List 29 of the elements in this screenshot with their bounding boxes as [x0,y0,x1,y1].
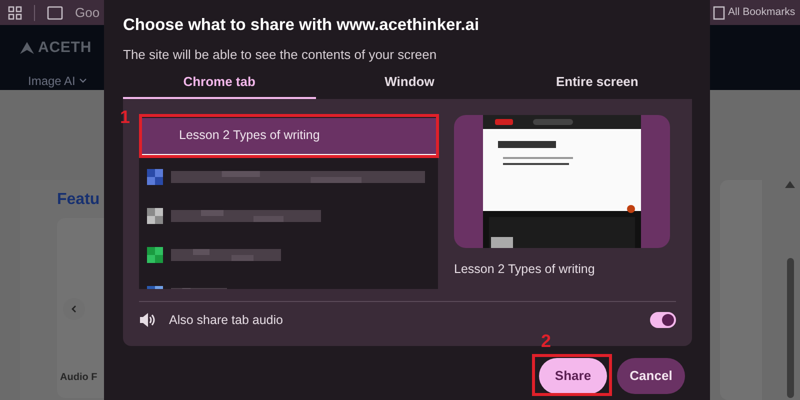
preview-caption: Lesson 2 Types of writing [454,260,596,278]
logo-text: ACETH [38,38,92,58]
card-label: Audio F [60,371,98,385]
scrollbar-thumb[interactable] [786,258,794,398]
apps-grid-icon[interactable] [8,6,22,20]
share-tab[interactable]: Entire screen [503,72,691,99]
section-heading: Featu [57,190,100,210]
step-number: 1 [120,106,130,129]
chevron-down-icon [79,78,88,84]
folder-icon [47,6,63,20]
cancel-button[interactable]: Cancel [617,358,685,394]
pixelated-favicon [147,168,163,185]
nav-menu-item[interactable]: Image AI [28,72,76,90]
folder-icon [713,6,725,20]
pixelated-favicon [147,246,163,263]
step-number: 2 [541,330,552,353]
audio-toggle[interactable] [650,312,676,328]
logo-icon [20,42,34,54]
dialog-title: Choose what to share with www.acethinker.ai [123,15,480,36]
bookmark-label[interactable]: Goo [75,2,100,22]
pixelated-favicon [147,208,163,224]
tab-list-item[interactable]: Lesson 2 Types of writing [139,118,438,156]
dialog-subtitle: The site will be able to see the contents of your screen [123,46,438,64]
share-tab[interactable]: Window [316,72,504,99]
audio-label: Also share tab audio [169,312,283,329]
scroll-up-icon [785,181,795,188]
chevron-left-icon [71,305,77,313]
share-button[interactable]: Share [539,358,607,394]
speaker-icon [139,312,157,328]
